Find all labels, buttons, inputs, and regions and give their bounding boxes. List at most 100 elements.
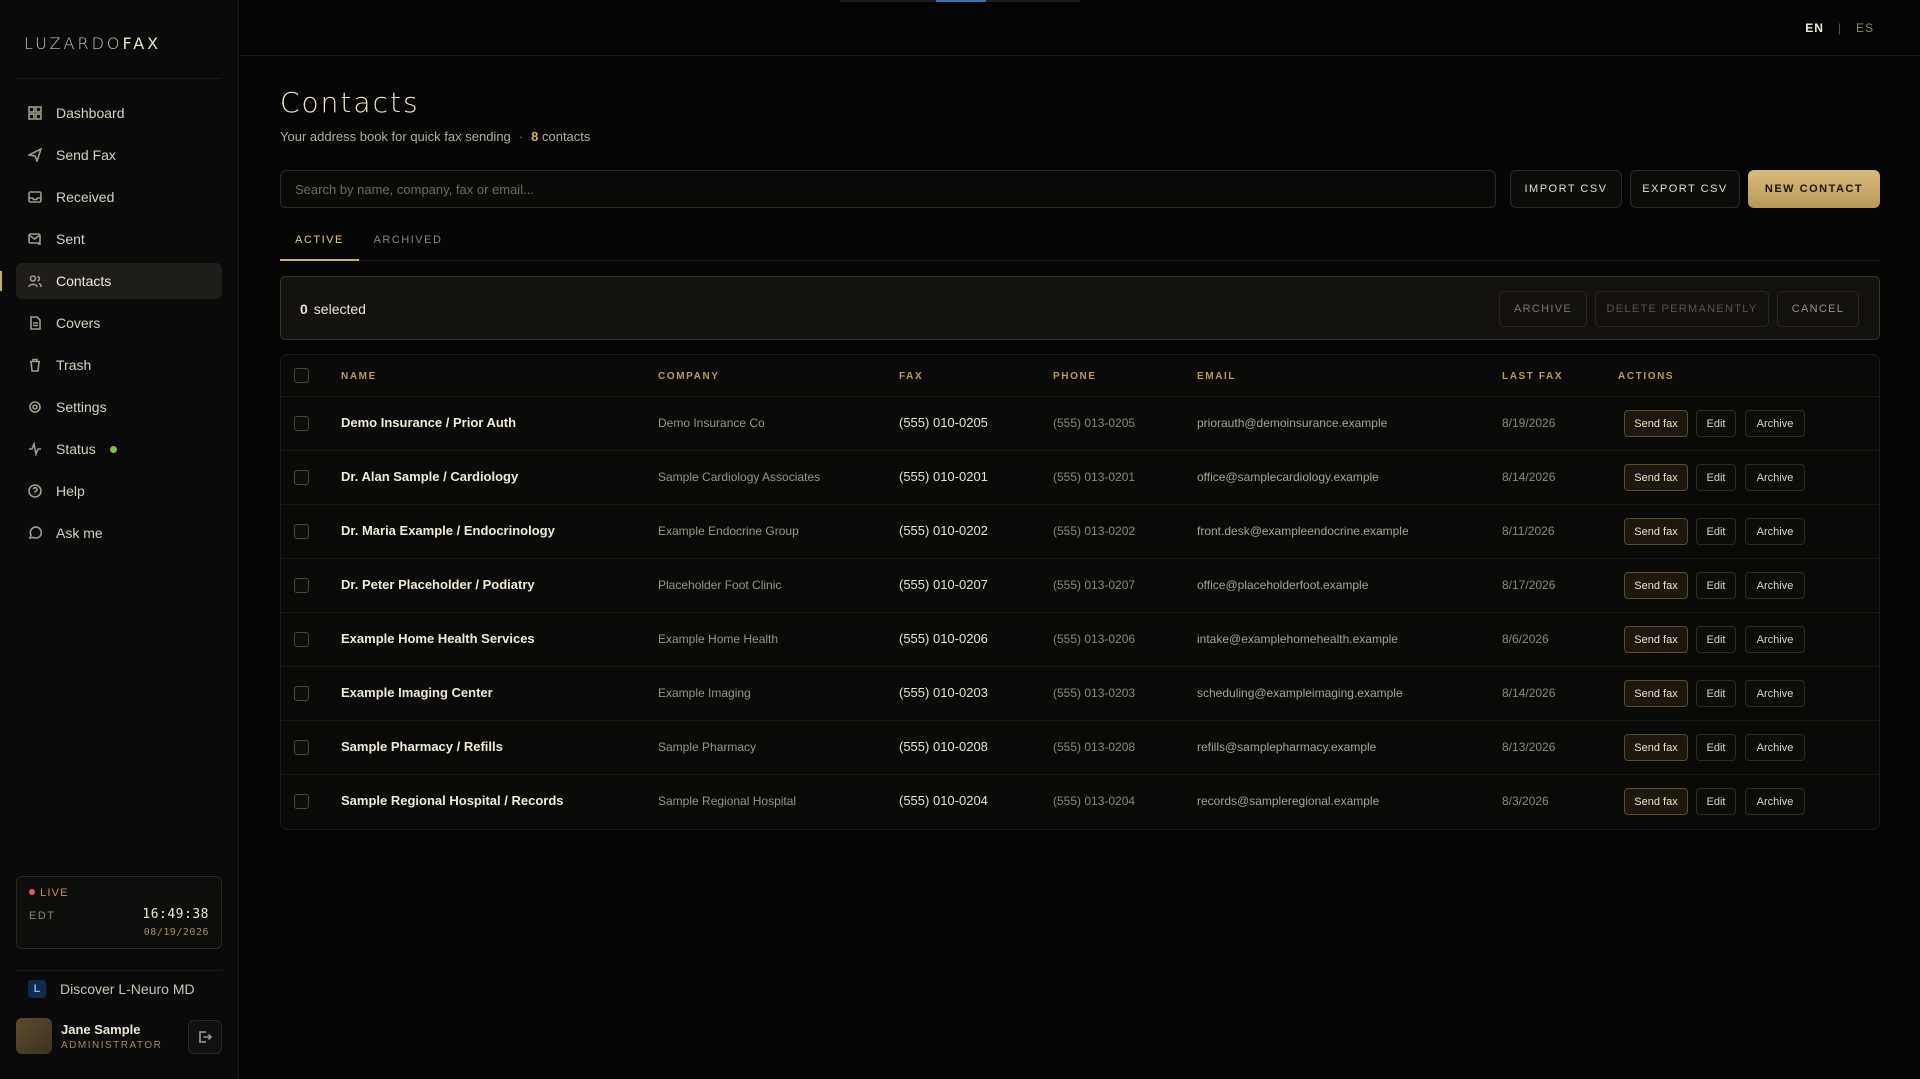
timezone-label: EDT (29, 910, 56, 922)
send-fax-button[interactable]: Send fax (1624, 626, 1688, 653)
edit-button[interactable]: Edit (1696, 680, 1736, 707)
send-fax-button[interactable]: Send fax (1624, 680, 1688, 707)
contact-email: records@sampleregional.example (1197, 794, 1380, 808)
contact-name[interactable]: Dr. Alan Sample / Cardiology (341, 469, 518, 484)
header-company[interactable]: COMPANY (658, 371, 720, 382)
table-row[interactable]: Dr. Peter Placeholder / Podiatry Placehol… (281, 559, 1879, 613)
sidebar-item-settings[interactable]: Settings (16, 389, 222, 425)
contact-name[interactable]: Dr. Maria Example / Endocrinology (341, 523, 555, 538)
edit-button[interactable]: Edit (1696, 572, 1736, 599)
contact-name[interactable]: Example Home Health Services (341, 631, 535, 646)
edit-button[interactable]: Edit (1696, 518, 1736, 545)
sidebar-item-label: Status (56, 441, 96, 457)
header-phone[interactable]: PHONE (1053, 371, 1097, 382)
contact-name[interactable]: Example Imaging Center (341, 685, 493, 700)
sidebar-item-label: Sent (56, 231, 85, 247)
contact-company: Sample Pharmacy (658, 740, 757, 754)
table-row[interactable]: Sample Pharmacy / Refills Sample Pharmacy… (281, 721, 1879, 775)
row-checkbox[interactable] (294, 470, 309, 485)
discover-link[interactable]: L Discover L-Neuro MD (16, 970, 222, 1000)
lang-en-button[interactable]: EN (1805, 21, 1824, 35)
row-checkbox[interactable] (294, 578, 309, 593)
header-fax[interactable]: FAX (899, 371, 923, 382)
logout-button[interactable] (188, 1020, 222, 1054)
archive-button[interactable]: Archive (1745, 518, 1805, 545)
contact-count-label: contacts (541, 129, 591, 144)
send-fax-button[interactable]: Send fax (1624, 572, 1688, 599)
delete-permanently-button[interactable]: DELETE PERMANENTLY (1595, 291, 1769, 327)
page-subtitle: Your address book for quick fax sending ·… (280, 129, 590, 144)
row-checkbox[interactable] (294, 632, 309, 647)
table-row[interactable]: Example Home Health Services Example Home… (281, 613, 1879, 667)
header-name[interactable]: NAME (341, 371, 377, 382)
edit-button[interactable]: Edit (1696, 788, 1736, 815)
archive-button[interactable]: Archive (1745, 572, 1805, 599)
contact-name[interactable]: Sample Pharmacy / Refills (341, 739, 503, 754)
table-row[interactable]: Demo Insurance / Prior Auth Demo Insuranc… (281, 397, 1879, 451)
archive-button[interactable]: Archive (1745, 680, 1805, 707)
row-checkbox[interactable] (294, 686, 309, 701)
archive-button[interactable]: Archive (1745, 734, 1805, 761)
row-checkbox[interactable] (294, 740, 309, 755)
export-csv-button[interactable]: EXPORT CSV (1630, 170, 1740, 208)
sidebar-item-send-fax[interactable]: Send Fax (16, 137, 222, 173)
sidebar-item-trash[interactable]: Trash (16, 347, 222, 383)
sidebar-item-sent[interactable]: Sent (16, 221, 222, 257)
avatar[interactable] (16, 1018, 52, 1054)
sidebar-item-contacts[interactable]: Contacts (0, 263, 222, 299)
edit-button[interactable]: Edit (1696, 734, 1736, 761)
archive-button[interactable]: Archive (1745, 410, 1805, 437)
sidebar-item-help[interactable]: Help (16, 473, 222, 509)
tab-active[interactable]: ACTIVE (280, 232, 359, 261)
table-row[interactable]: Sample Regional Hospital / Records Sample… (281, 775, 1879, 829)
table-row[interactable]: Example Imaging Center Example Imaging (55… (281, 667, 1879, 721)
contact-fax: (555) 010-0205 (899, 415, 988, 430)
sidebar-item-label: Received (56, 189, 115, 205)
archive-button[interactable]: Archive (1745, 464, 1805, 491)
bulk-archive-button[interactable]: ARCHIVE (1499, 291, 1587, 327)
edit-button[interactable]: Edit (1696, 626, 1736, 653)
brand-logo[interactable]: LUZARDOFAX (24, 34, 161, 53)
live-clock: LIVE EDT 16:49:38 08/19/2026 (16, 876, 222, 949)
send-fax-button[interactable]: Send fax (1624, 788, 1688, 815)
contact-name[interactable]: Sample Regional Hospital / Records (341, 793, 564, 808)
selected-count-value: 0 (300, 301, 308, 317)
sidebar-item-status[interactable]: Status (16, 431, 222, 467)
lang-es-button[interactable]: ES (1856, 21, 1874, 35)
send-fax-button[interactable]: Send fax (1624, 410, 1688, 437)
send-fax-button[interactable]: Send fax (1624, 518, 1688, 545)
header-email[interactable]: EMAIL (1197, 371, 1236, 382)
document-icon (28, 316, 42, 330)
live-label: LIVE (29, 887, 69, 899)
archive-button[interactable]: Archive (1745, 626, 1805, 653)
lang-separator: | (1837, 21, 1842, 35)
search-input[interactable]: Search by name, company, fax or email... (280, 170, 1496, 208)
contact-name[interactable]: Demo Insurance / Prior Auth (341, 415, 516, 430)
archive-button[interactable]: Archive (1745, 788, 1805, 815)
sidebar-item-ask-me[interactable]: Ask me (16, 515, 222, 551)
send-fax-button[interactable]: Send fax (1624, 464, 1688, 491)
cancel-selection-button[interactable]: CANCEL (1777, 291, 1859, 327)
new-contact-button[interactable]: NEW CONTACT (1748, 170, 1880, 208)
table-row[interactable]: Dr. Maria Example / Endocrinology Example… (281, 505, 1879, 559)
table-row[interactable]: Dr. Alan Sample / Cardiology Sample Cardi… (281, 451, 1879, 505)
contact-name[interactable]: Dr. Peter Placeholder / Podiatry (341, 577, 535, 592)
row-checkbox[interactable] (294, 794, 309, 809)
sidebar-item-received[interactable]: Received (16, 179, 222, 215)
contact-company: Sample Regional Hospital (658, 794, 797, 808)
discover-label: Discover L-Neuro MD (60, 980, 195, 997)
header-last-fax[interactable]: LAST FAX (1502, 371, 1563, 382)
contact-email: priorauth@demoinsurance.example (1197, 416, 1388, 430)
row-checkbox[interactable] (294, 524, 309, 539)
edit-button[interactable]: Edit (1696, 410, 1736, 437)
sidebar-item-covers[interactable]: Covers (16, 305, 222, 341)
gear-icon (28, 400, 42, 414)
inbox-icon (28, 190, 42, 204)
edit-button[interactable]: Edit (1696, 464, 1736, 491)
tab-archived[interactable]: ARCHIVED (373, 232, 443, 261)
send-fax-button[interactable]: Send fax (1624, 734, 1688, 761)
import-csv-button[interactable]: IMPORT CSV (1510, 170, 1622, 208)
sidebar-item-dashboard[interactable]: Dashboard (16, 95, 222, 131)
select-all-checkbox[interactable] (294, 368, 309, 383)
row-checkbox[interactable] (294, 416, 309, 431)
